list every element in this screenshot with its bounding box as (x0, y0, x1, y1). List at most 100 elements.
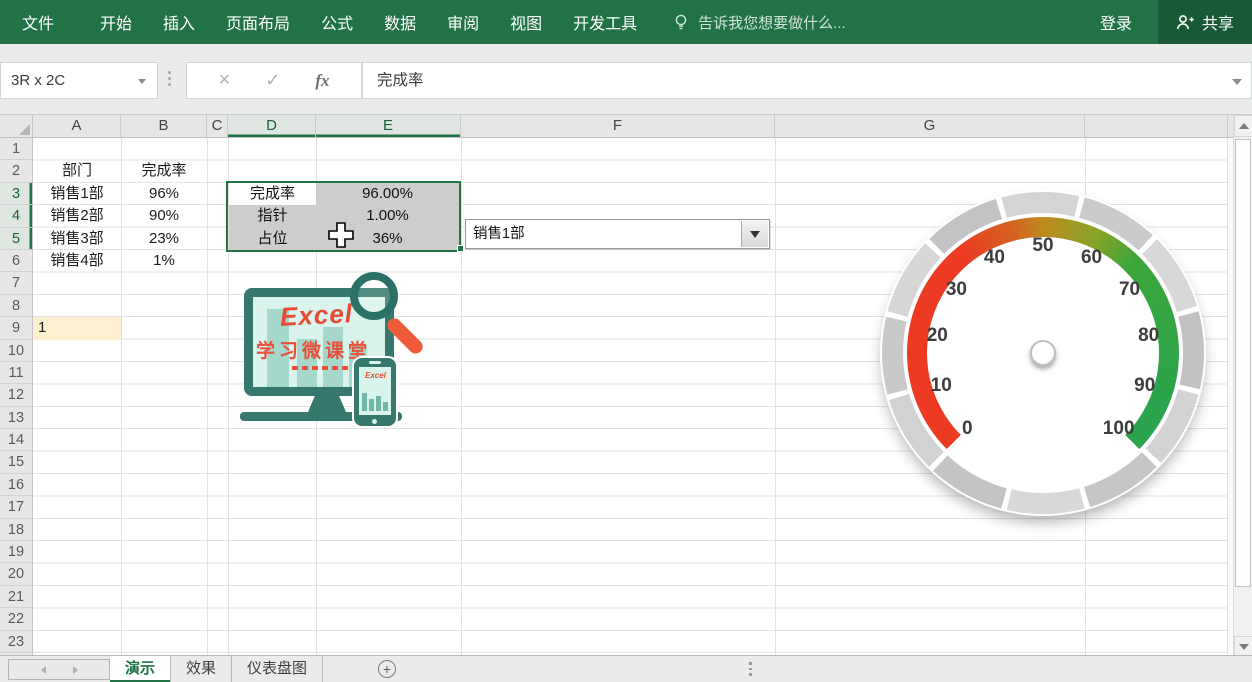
add-sheet-button[interactable]: + (378, 660, 396, 678)
vertical-scroll-thumb[interactable] (1235, 139, 1251, 587)
column-header-partial[interactable] (1085, 115, 1228, 137)
name-box[interactable]: 3R x 2C (0, 62, 158, 99)
sheet-tab-0[interactable]: 演示 (110, 656, 171, 682)
column-header-C[interactable]: C (207, 115, 228, 137)
prev-sheet-icon[interactable] (41, 666, 46, 674)
gauge-tick-label: 10 (931, 375, 952, 397)
person-plus-icon (1176, 13, 1195, 31)
logo-image[interactable]: Excel 学习微课堂 Excel (228, 262, 448, 434)
param-value-cell[interactable]: 96.00% (316, 183, 459, 205)
gauge-chart[interactable]: 0102030405060708090100 (882, 192, 1204, 514)
cell[interactable]: 23% (121, 228, 207, 250)
lightbulb-icon (672, 13, 690, 31)
row-header-8[interactable]: 8 (0, 295, 32, 317)
ribbon-tab-1[interactable]: 开始 (100, 10, 132, 34)
row-header-23[interactable]: 23 (0, 631, 32, 653)
vertical-scrollbar[interactable] (1233, 115, 1252, 658)
column-header-F[interactable]: F (461, 115, 775, 137)
row-header-18[interactable]: 18 (0, 519, 32, 541)
row-header-15[interactable]: 15 (0, 451, 32, 473)
cancel-icon[interactable]: × (219, 69, 231, 92)
ribbon-tab-7[interactable]: 视图 (510, 10, 542, 34)
cell[interactable]: 1% (121, 250, 207, 272)
sign-in-button[interactable]: 登录 (1100, 10, 1132, 34)
row-header-20[interactable]: 20 (0, 563, 32, 585)
next-sheet-icon[interactable] (73, 666, 78, 674)
ribbon-tab-0[interactable]: 文件 (22, 10, 54, 34)
ribbon-tab-8[interactable]: 开发工具 (573, 10, 637, 34)
ribbon-tab-2[interactable]: 插入 (163, 10, 195, 34)
column-header-A[interactable]: A (33, 115, 121, 137)
row-header-13[interactable]: 13 (0, 407, 32, 429)
select-all-triangle-icon (19, 124, 30, 135)
row-header-11[interactable]: 11 (0, 362, 32, 384)
row-header-19[interactable]: 19 (0, 541, 32, 563)
gauge-tick-label: 40 (984, 247, 1005, 269)
ribbon-tab-5[interactable]: 数据 (384, 10, 416, 34)
department-combo-box[interactable]: 销售1部 (465, 219, 770, 249)
column-header-G[interactable]: G (775, 115, 1085, 137)
scroll-up-button[interactable] (1234, 115, 1252, 137)
param-label-cell[interactable]: 完成率 (229, 183, 316, 205)
enter-icon[interactable]: ✓ (265, 70, 280, 91)
row-header-7[interactable]: 7 (0, 272, 32, 294)
ribbon-tab-4[interactable]: 公式 (321, 10, 353, 34)
column-headers: ABCDEFG (0, 115, 1233, 138)
combo-dropdown-button[interactable] (741, 221, 768, 247)
row-header-6[interactable]: 6 (0, 250, 32, 272)
share-label: 共享 (1202, 10, 1234, 34)
gridline (207, 138, 208, 655)
row-header-16[interactable]: 16 (0, 474, 32, 496)
ribbon-tab-6[interactable]: 审阅 (447, 10, 479, 34)
gauge-tick-label: 20 (927, 325, 948, 347)
row-header-12[interactable]: 12 (0, 384, 32, 406)
param-label-cell[interactable]: 指针 (229, 205, 316, 227)
name-box-dropdown-icon[interactable] (138, 79, 146, 84)
row-header-1[interactable]: 1 (0, 138, 32, 160)
fill-handle[interactable] (457, 245, 464, 252)
magnifier-icon (350, 272, 398, 320)
row-header-14[interactable]: 14 (0, 429, 32, 451)
logo-title: Excel (279, 298, 353, 333)
cell[interactable]: 销售2部 (33, 205, 121, 227)
ribbon-tab-3[interactable]: 页面布局 (226, 10, 290, 34)
cell[interactable]: 90% (121, 205, 207, 227)
name-box-value: 3R x 2C (11, 72, 65, 89)
sheet-tab-2[interactable]: 仪表盘图 (232, 656, 323, 682)
cell[interactable]: 部门 (33, 160, 121, 182)
tabbar-splitter-dots[interactable] (749, 662, 752, 676)
formula-input[interactable]: 完成率 (362, 62, 1252, 99)
cell[interactable]: 96% (121, 183, 207, 205)
sheet-tab-bar: 演示效果仪表盘图 + (0, 655, 1252, 682)
row-header-17[interactable]: 17 (0, 496, 32, 518)
logo-tagline-marks (292, 366, 348, 370)
excel-window: 文件 开始 插入 页面布局 公式 数据 审阅 视图 开发工具 告诉我您想要做什么... 登录 (0, 0, 1252, 682)
row-header-21[interactable]: 21 (0, 586, 32, 608)
column-header-D[interactable]: D (228, 115, 316, 137)
row-header-9[interactable]: 9 (0, 317, 32, 339)
row-header-5[interactable]: 5 (0, 228, 32, 250)
column-header-E[interactable]: E (316, 115, 461, 137)
sheet-tab-1[interactable]: 效果 (171, 656, 232, 682)
insert-function-icon[interactable]: fx (315, 71, 329, 91)
cell[interactable]: 销售1部 (33, 183, 121, 205)
cell[interactable]: 完成率 (121, 160, 207, 182)
row-header-3[interactable]: 3 (0, 183, 32, 205)
cell[interactable]: 销售4部 (33, 250, 121, 272)
row-header-10[interactable]: 10 (0, 340, 32, 362)
formula-bar-drag-dots[interactable] (168, 71, 171, 86)
param-label-cell[interactable]: 占位 (229, 228, 316, 250)
select-all-button[interactable] (0, 115, 33, 137)
cell[interactable]: 1 (33, 317, 121, 339)
combo-value: 销售1部 (473, 220, 525, 248)
row-header-2[interactable]: 2 (0, 160, 32, 182)
gridline (775, 138, 776, 655)
column-header-B[interactable]: B (121, 115, 207, 137)
tell-me-box[interactable]: 告诉我您想要做什么... (672, 12, 846, 33)
row-header-4[interactable]: 4 (0, 205, 32, 227)
share-button[interactable]: 共享 (1158, 0, 1252, 44)
row-header-22[interactable]: 22 (0, 608, 32, 630)
ribbon: 文件 开始 插入 页面布局 公式 数据 审阅 视图 开发工具 告诉我您想要做什么... 登录 (0, 0, 1252, 44)
cell[interactable]: 销售3部 (33, 228, 121, 250)
formula-bar-expand-icon[interactable] (1232, 79, 1242, 85)
